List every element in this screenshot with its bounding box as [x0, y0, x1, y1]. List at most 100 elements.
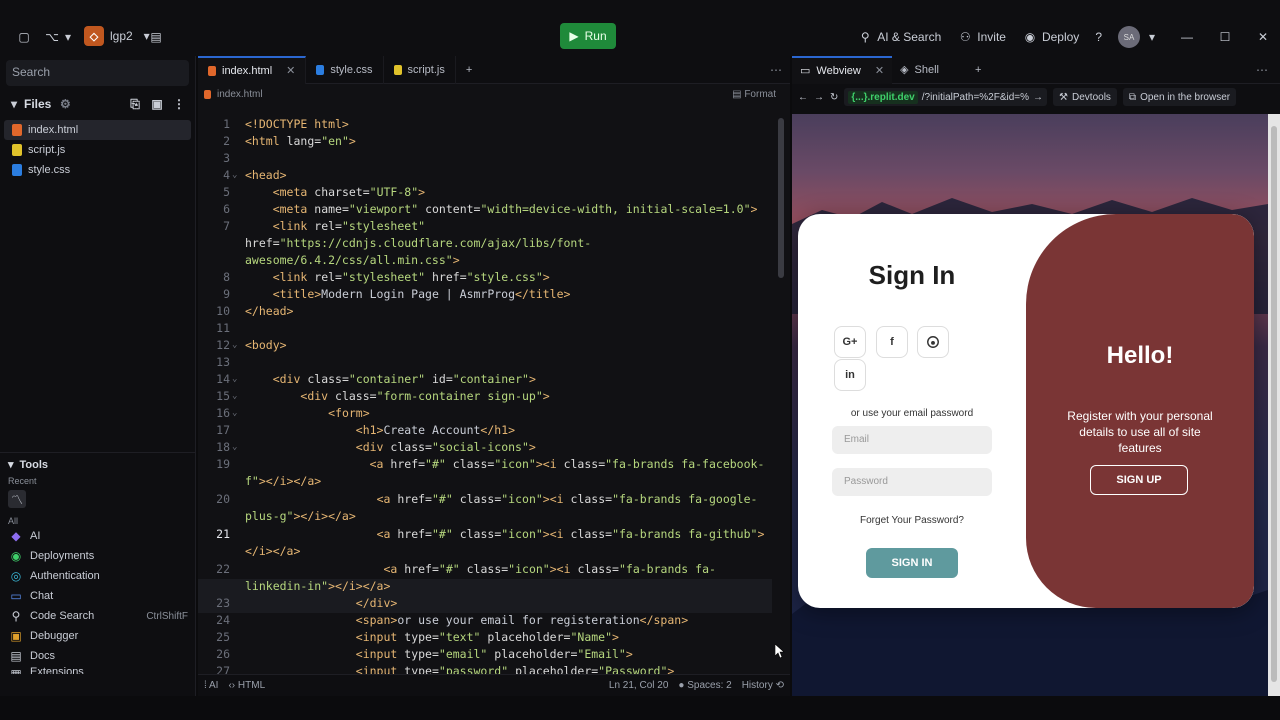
tool-label: Authentication	[30, 570, 100, 582]
file-item-index-html[interactable]: index.html	[4, 120, 191, 140]
tool-authentication[interactable]: ◎ Authentication	[0, 566, 196, 586]
editor-scrollbar[interactable]	[778, 118, 784, 278]
chevron-down-icon: ▾	[1148, 30, 1156, 44]
url-host: {...}.replit.dev	[848, 90, 918, 104]
cursor-position[interactable]: Ln 21, Col 20	[609, 680, 669, 691]
chevron-down-icon: ▾	[10, 97, 18, 111]
breadcrumb-file[interactable]: index.html	[217, 89, 263, 100]
workspace-menu-icon[interactable]: ⌥ ▾	[38, 23, 78, 51]
tool-debugger[interactable]: ▣ Debugger	[0, 626, 196, 646]
linkedin-icon[interactable]: in	[834, 359, 866, 391]
html-file-icon	[208, 65, 216, 76]
history-button[interactable]: History ⟲	[742, 680, 784, 691]
tab-index-html[interactable]: index.html ✕	[198, 55, 307, 84]
register-text: Register with your personal details to u…	[1067, 409, 1213, 455]
password-field[interactable]: Password	[832, 468, 992, 496]
back-icon[interactable]: ←	[798, 92, 808, 103]
tool-label: Deployments	[30, 550, 95, 562]
minimize-button[interactable]: —	[1170, 23, 1204, 51]
github-icon[interactable]	[917, 326, 949, 358]
reload-icon[interactable]: ↻	[830, 92, 838, 103]
url-input[interactable]: {...}.replit.dev/?initialPath=%2F&id=% →	[844, 88, 1048, 106]
tools-header[interactable]: ▾ Tools	[0, 452, 196, 476]
close-icon[interactable]: ✕	[286, 64, 295, 77]
or-text: or use your email password	[850, 408, 974, 419]
devtools-button[interactable]: ⚒ Devtools	[1053, 88, 1117, 106]
tab-label: index.html	[222, 64, 273, 77]
editor-status-bar: ⁞ AI ‹› HTML Ln 21, Col 20 ● Spaces: 2 H…	[198, 674, 790, 696]
more-icon[interactable]: ⋯	[770, 63, 782, 77]
code-area[interactable]: 1 <!DOCTYPE html> 2 <html lang="en"> 3 4 ⌄ <…	[198, 112, 790, 674]
css-file-icon	[12, 164, 22, 176]
tool-docs[interactable]: ▤ Docs	[0, 646, 196, 666]
signup-button[interactable]: SIGN UP	[1090, 465, 1188, 495]
new-file-icon[interactable]: ⎘	[127, 96, 143, 112]
tools-title: Tools	[19, 458, 49, 471]
help-button[interactable]: ?	[1089, 23, 1108, 51]
more-icon[interactable]: ⋯	[1256, 63, 1268, 77]
search-input[interactable]: Search	[6, 60, 189, 86]
facebook-icon[interactable]: f	[876, 326, 908, 358]
url-path: /?initialPath=%2F&id=%	[921, 91, 1030, 103]
tab-shell[interactable]: ◈ Shell	[892, 56, 947, 84]
ai-icon: ◆	[11, 529, 21, 543]
recent-label: Recent	[8, 476, 37, 486]
agent-icon: 〽	[8, 490, 26, 508]
all-label: All	[8, 516, 19, 526]
ai-status[interactable]: ⁞ AI	[204, 680, 218, 691]
docs-icon: ▤	[10, 649, 22, 663]
signin-button[interactable]: SIGN IN	[866, 548, 958, 578]
language-status[interactable]: ‹› HTML	[228, 680, 265, 691]
files-header[interactable]: ▾ Files ⚙ ⎘ ▣ ⋮	[0, 92, 195, 116]
new-tab-button[interactable]: +	[456, 56, 482, 84]
tool-deployments[interactable]: ◉ Deployments	[0, 546, 196, 566]
run-label: Run	[584, 29, 607, 43]
close-window-button[interactable]: ✕	[1246, 23, 1280, 51]
new-folder-icon[interactable]: ▣	[149, 96, 165, 112]
open-browser-button[interactable]: ⧉ Open in the browser	[1122, 88, 1237, 106]
shortcut-label: CtrlShiftF	[146, 610, 188, 622]
close-icon[interactable]: ✕	[875, 64, 884, 77]
ai-search-label: AI & Search	[877, 30, 942, 44]
forward-icon[interactable]: →	[814, 92, 824, 103]
forgot-password-link[interactable]: Forget Your Password?	[798, 515, 1026, 526]
tool-chat[interactable]: ▭ Chat	[0, 586, 196, 606]
more-icon[interactable]: ⋮	[171, 96, 187, 112]
tab-style-css[interactable]: style.css	[306, 55, 384, 84]
account-menu[interactable]: SA ▾	[1112, 23, 1166, 51]
invite-button[interactable]: ⚇ Invite	[951, 23, 1012, 51]
new-tab-button[interactable]: +	[967, 56, 989, 84]
tab-script-js[interactable]: script.js	[384, 55, 456, 84]
file-name: index.html	[28, 124, 79, 136]
authentication-icon: ◎	[10, 569, 22, 583]
file-item-script-js[interactable]: script.js	[0, 140, 195, 160]
ai-search-button[interactable]: ⚲ AI & Search	[851, 23, 947, 51]
history-icon: ⟲	[775, 680, 784, 691]
tool-label: Code Search	[30, 610, 95, 622]
format-button[interactable]: ▤ Format	[732, 89, 776, 100]
deploy-icon: ◉	[1024, 30, 1036, 44]
maximize-icon: ☐	[1219, 30, 1231, 44]
breadcrumb: index.html ▤ Format	[198, 84, 790, 104]
tool-ai[interactable]: ◆ AI	[0, 526, 196, 546]
recent-tool-icon[interactable]: 〽	[0, 486, 196, 512]
debugger-icon: ▣	[10, 629, 22, 643]
maximize-button[interactable]: ☐	[1208, 23, 1242, 51]
tool-extensions[interactable]: ▦ Extensions	[0, 666, 196, 674]
tool-code-search[interactable]: ⚲ Code Search CtrlShiftF	[0, 606, 196, 626]
file-item-style-css[interactable]: style.css	[0, 160, 195, 180]
layout-icon[interactable]: ▤	[142, 23, 170, 51]
tab-label: Webview	[816, 64, 861, 77]
project-name: lgp2	[110, 29, 133, 43]
webview-scrollbar[interactable]	[1268, 114, 1280, 696]
google-plus-icon[interactable]: G+	[834, 326, 866, 358]
files-title: Files	[24, 97, 52, 111]
deploy-button[interactable]: ◉ Deploy	[1016, 23, 1085, 51]
tab-webview[interactable]: ▭ Webview ✕	[792, 55, 893, 84]
run-button[interactable]: ▶ Run	[560, 23, 616, 49]
open-browser-label: Open in the browser	[1140, 91, 1231, 103]
email-field[interactable]: Email	[832, 426, 992, 454]
extensions-icon: ▦	[10, 667, 22, 674]
indent-status[interactable]: ● Spaces: 2	[678, 680, 731, 691]
sidebar-toggle-icon[interactable]: ▢	[10, 23, 38, 51]
